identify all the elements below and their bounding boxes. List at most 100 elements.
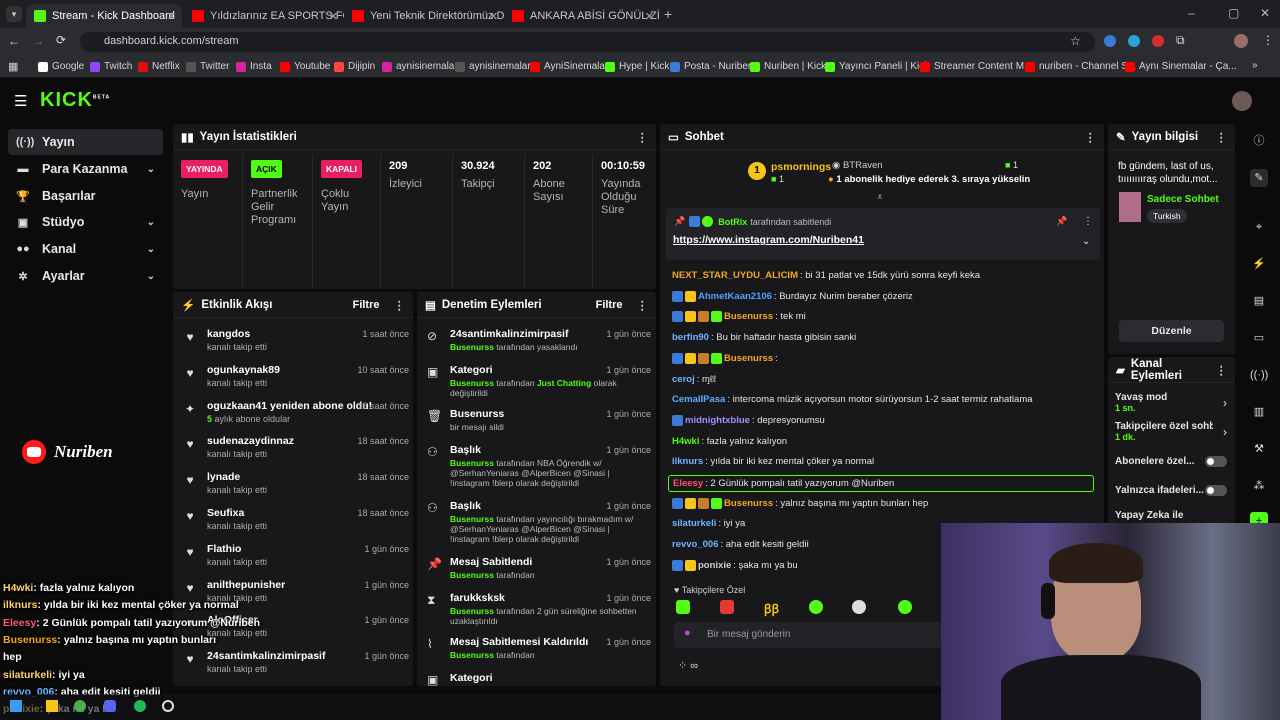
chat-username[interactable]: NEXT_STAR_UYDU_ALICIM (672, 270, 798, 281)
emote-icon[interactable] (676, 600, 690, 614)
bookmark-twitch[interactable]: Twitch (90, 61, 132, 72)
bookmark-google[interactable]: Google (38, 61, 84, 72)
tab-youtube-3[interactable]: ANKARA ABİSİ GÖNÜL ZİYARET ✕ (504, 4, 660, 28)
chat-username[interactable]: Busenurss (724, 498, 773, 509)
chat-username[interactable]: ceroj (672, 374, 695, 385)
layers-icon[interactable]: ▥ (1250, 403, 1268, 421)
microphone-icon[interactable]: ● (684, 627, 691, 639)
chat-username[interactable]: revvo_006 (672, 539, 718, 550)
sidebar-item-kanal[interactable]: ●● Kanal ⌄ (8, 236, 163, 262)
moderation-item[interactable]: ⧗ farukksksk Busenurss tarafından 2 gün … (425, 592, 651, 634)
activity-item[interactable]: ✦ oguzkaan41 yeniden abone oldu! 5 aylık… (181, 400, 409, 436)
bookmark-nuriben-channel[interactable]: nuriben - Channel S... (1025, 61, 1136, 72)
bookmark-posta[interactable]: Posta - Nuriben (670, 61, 753, 72)
bookmark-twitter[interactable]: Twitter (186, 61, 229, 72)
bookmark-dijipin[interactable]: Dijipin (334, 61, 375, 72)
chat-icon[interactable]: ▭ (1250, 329, 1268, 347)
more-options-icon[interactable]: ⋮ (637, 130, 649, 144)
chat-message[interactable]: ilknurs: yılda bir iki kez mental çöker … (672, 456, 874, 467)
moderation-item[interactable]: ⚇ Başlık Busenurss tarafından NBA Öğrend… (425, 444, 651, 498)
bookmark-hype-kick[interactable]: Hype | Kick (605, 61, 669, 72)
pinned-link[interactable]: https://www.instagram.com/Nuriben41 (673, 234, 864, 246)
close-tab-icon[interactable]: ✕ (167, 10, 176, 23)
chat-username[interactable]: AhmetKaan2106 (698, 291, 772, 302)
chat-username[interactable]: berfin90 (672, 332, 709, 343)
activity-item[interactable]: ♥ sudenazaydinnaz kanalı takip etti 18 s… (181, 435, 409, 471)
chat-settings-icon[interactable]: ⁘ ∞ (678, 659, 698, 672)
chat-username[interactable]: Eleesy (673, 478, 703, 489)
bookmark-streamer-content[interactable]: Streamer Content M... (920, 61, 1032, 72)
edit-button[interactable]: Düzenle (1119, 320, 1224, 342)
edit-icon[interactable]: ✎ (1250, 169, 1268, 187)
taskbar-app-icon[interactable] (104, 700, 116, 712)
bookmark-nuriben-kick[interactable]: Nuriben | Kick (750, 61, 826, 72)
emote-icon[interactable] (852, 600, 866, 614)
chat-message[interactable]: midnightxblue: depresyonumsu (672, 414, 825, 426)
bookmark-aynisinemalar-x[interactable]: aynisinemalar (455, 61, 531, 72)
windows-start-icon[interactable] (10, 700, 22, 712)
moderation-item[interactable]: ⚇ Başlık Busenurss tarafından yayıncılığ… (425, 500, 651, 554)
bookmark-ayni-sinemalar[interactable]: Aynı Sinemalar - Ça... (1125, 61, 1237, 72)
chat-message[interactable]: AhmetKaan2106: Burdayız Nurim beraber çö… (672, 290, 913, 302)
close-tab-icon[interactable]: ✕ (329, 10, 338, 23)
url-input[interactable]: dashboard.kick.com/stream (80, 32, 1095, 52)
emote-icon[interactable] (720, 600, 734, 614)
close-tab-icon[interactable]: ✕ (489, 10, 498, 23)
tab-search-icon[interactable]: ▾ (6, 6, 22, 22)
chat-username[interactable]: silaturkeli (672, 518, 716, 529)
emote-icon[interactable]: ꞵꞵ (764, 600, 779, 617)
more-bookmarks-icon[interactable]: » (1252, 60, 1258, 71)
chat-message[interactable]: H4wki: fazla yalnız kalıyon (672, 436, 787, 447)
activity-item[interactable]: ♥ kangdos kanalı takip etti 1 saat önce (181, 328, 409, 364)
chat-input[interactable]: ● Bir mesaj gönderin (674, 622, 942, 648)
taskbar-app-icon[interactable] (74, 700, 86, 712)
chat-message[interactable]: ponixie: şaka mı ya bu (672, 559, 798, 571)
chat-username[interactable]: Busenurss (724, 353, 773, 364)
info-icon[interactable]: ⓘ (1250, 132, 1268, 150)
close-tab-icon[interactable]: ✕ (645, 10, 654, 23)
activity-item[interactable]: ♥ ogunkaynak89 kanalı takip etti 10 saat… (181, 364, 409, 400)
unpin-icon[interactable]: 📌 (1056, 216, 1067, 227)
more-options-icon[interactable]: ⋮ (1216, 363, 1228, 377)
minimize-icon[interactable]: – (1188, 6, 1195, 20)
tab-youtube-1[interactable]: Yıldızlarınız EA SPORTS FC26 R ✕ (184, 4, 344, 28)
slow-mode-setting[interactable]: Yavaş mod 1 sn. › (1115, 392, 1227, 413)
emote-icon[interactable] (809, 600, 823, 614)
moderation-item[interactable]: ⊘ 24santimkalinzimirpasif Busenurss tara… (425, 328, 651, 362)
emote-icon[interactable] (898, 600, 912, 614)
category-thumbnail[interactable] (1119, 192, 1141, 222)
filter-button[interactable]: Filtre (353, 299, 380, 311)
taskbar-app-icon[interactable] (162, 700, 174, 712)
moderation-item[interactable]: 📌 Mesaj Sabitlendi Busenurss tarafından … (425, 556, 651, 590)
close-window-icon[interactable]: ✕ (1260, 6, 1270, 20)
activity-item[interactable]: ♥ lynade kanalı takip etti 18 saat önce (181, 471, 409, 507)
users-icon[interactable]: ⁂ (1250, 477, 1268, 495)
sidebar-item-ayarlar[interactable]: ✲ Ayarlar ⌄ (8, 263, 163, 289)
moderation-item[interactable]: ▣ Kategori (425, 672, 651, 686)
chevron-down-icon[interactable]: ⌄ (1082, 236, 1090, 247)
pinned-more-icon[interactable]: ⋮ (1083, 216, 1093, 227)
emotes-only-toggle[interactable] (1205, 485, 1227, 496)
chat-message[interactable]: Busenurss: (672, 352, 780, 364)
sidebar-item-studyo[interactable]: ▣ Stüdyo ⌄ (8, 209, 163, 235)
chat-username[interactable]: Busenurss (724, 311, 773, 322)
chat-message[interactable]: silaturkeli: iyi ya (672, 518, 745, 529)
chat-username[interactable]: midnightxblue (685, 415, 750, 426)
broadcast-icon[interactable]: ((·)) (1250, 366, 1268, 384)
chat-message[interactable]: Busenurss: yalnız başına mı yaptın bunla… (672, 497, 928, 509)
sidebar-item-yayin[interactable]: ((·)) Yayın (8, 129, 163, 155)
reload-icon[interactable]: ⟳ (56, 33, 66, 47)
bookmark-aynisinemalar-yt[interactable]: AyniSinemalar (530, 61, 608, 72)
subs-only-toggle[interactable] (1205, 456, 1227, 467)
chat-message[interactable]: NEXT_STAR_UYDU_ALICIM: bi 31 patlat ve 1… (672, 270, 980, 281)
tab-youtube-2[interactable]: Yeni Teknik Direktörümüz Dom ✕ (344, 4, 504, 28)
clipboard-icon[interactable]: ▤ (1250, 292, 1268, 310)
bookmark-yayinci-paneli[interactable]: Yayıncı Paneli | Kick (825, 61, 929, 72)
activity-item[interactable]: ♥ Seufixa kanalı takip etti 18 saat önce (181, 507, 409, 543)
followers-mode-setting[interactable]: Takipçilere özel sohbet 1 dk. › (1115, 421, 1227, 442)
sidebar-item-basarilar[interactable]: 🏆 Başarılar (8, 183, 163, 209)
gift-user-name[interactable]: ◉ BTRaven (832, 160, 883, 171)
moderation-item[interactable]: 🗑 Busenurss bir mesajı sildi 1 gün önce (425, 408, 651, 442)
bookmark-aynisinemalar[interactable]: aynisinemalar (382, 61, 458, 72)
chat-message[interactable]: ceroj: ɱℓℓ (672, 374, 716, 385)
